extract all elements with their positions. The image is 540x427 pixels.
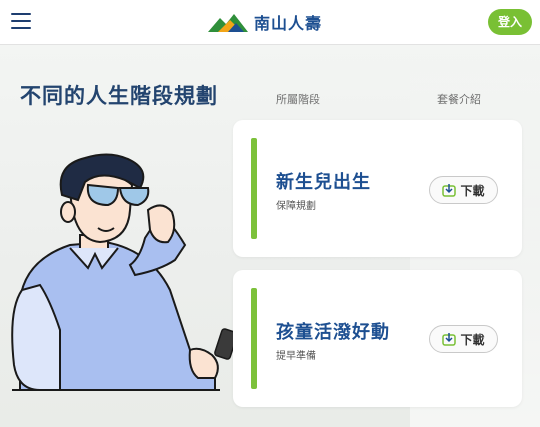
card-stage-title: 新生兒出生 bbox=[276, 172, 371, 193]
card-stage-subtitle: 提早準備 bbox=[276, 351, 316, 362]
download-label: 下載 bbox=[460, 332, 485, 347]
login-button[interactable]: 登入 bbox=[488, 9, 532, 35]
download-button-child[interactable]: 下載 bbox=[429, 325, 498, 353]
download-icon bbox=[442, 184, 457, 197]
page-title: 不同的人生階段規劃 bbox=[20, 84, 218, 108]
card-stage-title: 孩童活潑好動 bbox=[276, 322, 390, 343]
top-header: 南山人壽 登入 bbox=[0, 0, 540, 45]
brand-logo[interactable]: 南山人壽 bbox=[208, 9, 322, 35]
card-stage-subtitle: 保障規劃 bbox=[276, 201, 316, 212]
column-header-package: 套餐介紹 bbox=[437, 93, 481, 106]
brand-name: 南山人壽 bbox=[254, 14, 323, 33]
mountain-logo-icon bbox=[208, 14, 248, 32]
download-button-newborn[interactable]: 下載 bbox=[429, 176, 498, 204]
card-accent-bar bbox=[251, 288, 257, 389]
download-label: 下載 bbox=[460, 183, 485, 198]
column-header-stage: 所屬階段 bbox=[276, 93, 320, 106]
stage-card-child: 孩童活潑好動 提早準備 下載 bbox=[233, 270, 522, 407]
card-accent-bar bbox=[251, 138, 257, 239]
man-with-glasses-illustration bbox=[11, 153, 238, 391]
hamburger-menu-icon[interactable] bbox=[11, 11, 33, 31]
stage-card-newborn: 新生兒出生 保障規劃 下載 bbox=[233, 120, 522, 257]
download-icon bbox=[442, 333, 457, 346]
